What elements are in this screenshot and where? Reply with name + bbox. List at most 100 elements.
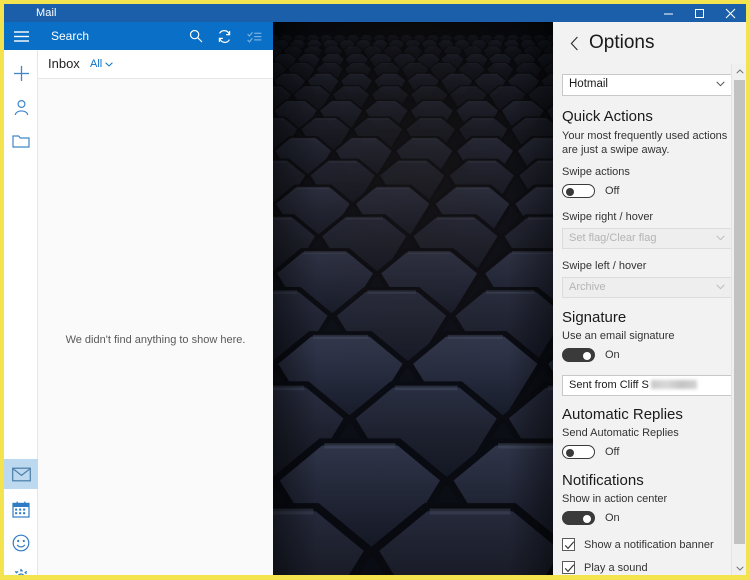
minimize-button[interactable] xyxy=(653,4,684,22)
plus-icon xyxy=(13,65,29,81)
smiley-icon xyxy=(12,534,30,552)
action-center-toggle-row: On xyxy=(562,510,721,526)
back-button[interactable] xyxy=(561,28,587,58)
signature-text-value: Sent from Cliff S xyxy=(569,379,649,391)
mail-icon xyxy=(11,467,31,481)
signature-text-field[interactable]: Sent from Cliff S xyxy=(562,375,732,396)
account-select[interactable]: Hotmail xyxy=(562,74,732,96)
scrollbar-thumb[interactable] xyxy=(734,80,745,544)
signature-heading: Signature xyxy=(562,309,627,326)
reading-pane[interactable] xyxy=(273,22,553,575)
redacted-name xyxy=(650,380,697,389)
new-mail-button[interactable] xyxy=(4,58,38,88)
sync-button[interactable] xyxy=(211,22,237,50)
notifications-heading: Notifications xyxy=(562,472,644,489)
chevron-down-icon xyxy=(105,61,113,67)
folder-icon xyxy=(12,134,30,148)
options-content: Hotmail Quick Actions Your most frequent… xyxy=(553,64,732,575)
swipe-left-value: Archive xyxy=(569,281,606,293)
back-chevron-icon xyxy=(570,36,578,50)
chevron-down-icon xyxy=(735,565,744,571)
toggle-knob xyxy=(583,514,591,523)
feedback-button[interactable] xyxy=(4,528,38,558)
maximize-button[interactable] xyxy=(684,4,715,22)
swipe-actions-label: Swipe actions xyxy=(562,166,630,178)
automatic-replies-toggle[interactable] xyxy=(562,445,595,459)
close-button[interactable] xyxy=(715,4,746,22)
swipe-right-value: Set flag/Clear flag xyxy=(569,232,657,244)
options-scrollbar[interactable] xyxy=(731,64,746,575)
filter-button[interactable]: All xyxy=(90,58,113,70)
left-rail xyxy=(4,22,38,575)
quick-actions-description: Your most frequently used actions are ju… xyxy=(562,130,728,156)
swipe-right-select[interactable]: Set flag/Clear flag xyxy=(562,228,732,249)
action-center-state: On xyxy=(605,512,620,524)
toggle-knob xyxy=(583,351,591,360)
window-inner: Mail Search Inbox All We didn't find any… xyxy=(4,4,746,575)
chevron-down-icon xyxy=(716,235,725,241)
search-button[interactable] xyxy=(183,22,209,50)
checkmark-icon xyxy=(564,541,575,550)
sync-icon xyxy=(218,29,230,43)
action-center-label: Show in action center xyxy=(562,493,668,505)
list-header: Inbox All xyxy=(38,50,273,79)
notification-banner-checkbox[interactable] xyxy=(562,538,575,551)
app-window: Mail Search Inbox All We didn't find any… xyxy=(0,0,750,580)
scroll-up-button[interactable] xyxy=(732,64,746,78)
title-bar: Mail xyxy=(4,4,746,22)
page-title: Options xyxy=(589,32,655,53)
action-center-toggle[interactable] xyxy=(562,511,595,525)
mail-button[interactable] xyxy=(4,459,38,489)
options-scroll-area[interactable]: Hotmail Quick Actions Your most frequent… xyxy=(553,64,746,575)
chevron-down-icon xyxy=(716,81,725,87)
settings-button[interactable] xyxy=(4,562,38,575)
signature-state: On xyxy=(605,349,620,361)
notification-banner-label: Show a notification banner xyxy=(584,538,714,551)
filter-label: All xyxy=(90,58,103,70)
chevron-down-icon xyxy=(716,284,725,290)
message-list-column: Inbox All We didn't find anything to sho… xyxy=(38,22,273,575)
window-controls xyxy=(653,4,746,22)
signature-text-wrapper: Sent from Cliff S xyxy=(569,379,697,391)
gear-icon xyxy=(14,568,28,575)
notification-banner-row[interactable]: Show a notification banner xyxy=(562,538,721,551)
folders-button[interactable] xyxy=(4,126,38,156)
person-icon xyxy=(14,99,28,115)
hamburger-icon xyxy=(13,30,29,42)
wallpaper-vignette xyxy=(273,22,553,575)
account-button[interactable] xyxy=(4,92,38,122)
select-mode-button[interactable] xyxy=(241,22,267,50)
hamburger-button[interactable] xyxy=(4,22,38,50)
search-bar xyxy=(38,22,273,50)
toggle-knob xyxy=(566,448,574,457)
swipe-left-label: Swipe left / hover xyxy=(562,260,647,272)
options-header: Options xyxy=(553,22,746,64)
play-sound-checkbox[interactable] xyxy=(562,561,575,574)
automatic-replies-label: Send Automatic Replies xyxy=(562,427,679,439)
swipe-actions-toggle[interactable] xyxy=(562,184,595,198)
swipe-left-select[interactable]: Archive xyxy=(562,277,732,298)
automatic-replies-state: Off xyxy=(605,446,620,458)
select-mode-icon xyxy=(246,31,261,43)
swipe-actions-state: Off xyxy=(605,185,620,197)
quick-actions-heading: Quick Actions xyxy=(562,108,653,125)
signature-use-label: Use an email signature xyxy=(562,330,675,342)
chevron-up-icon xyxy=(735,68,744,74)
checkmark-icon xyxy=(564,564,575,573)
swipe-right-label: Swipe right / hover xyxy=(562,211,654,223)
search-icon xyxy=(189,29,203,43)
empty-state-message: We didn't find anything to show here. xyxy=(65,334,246,346)
app-title: Mail xyxy=(36,7,57,19)
play-sound-label: Play a sound xyxy=(584,561,648,574)
swipe-actions-toggle-row: Off xyxy=(562,183,721,199)
search-input[interactable] xyxy=(49,22,199,50)
scroll-down-button[interactable] xyxy=(732,561,746,575)
automatic-replies-heading: Automatic Replies xyxy=(562,406,683,423)
play-sound-row[interactable]: Play a sound xyxy=(562,561,721,574)
toggle-knob xyxy=(566,187,574,196)
calendar-button[interactable] xyxy=(4,494,38,524)
account-select-value: Hotmail xyxy=(569,78,608,90)
message-list[interactable]: We didn't find anything to show here. xyxy=(38,79,273,575)
folder-name: Inbox xyxy=(48,56,80,71)
signature-toggle[interactable] xyxy=(562,348,595,362)
